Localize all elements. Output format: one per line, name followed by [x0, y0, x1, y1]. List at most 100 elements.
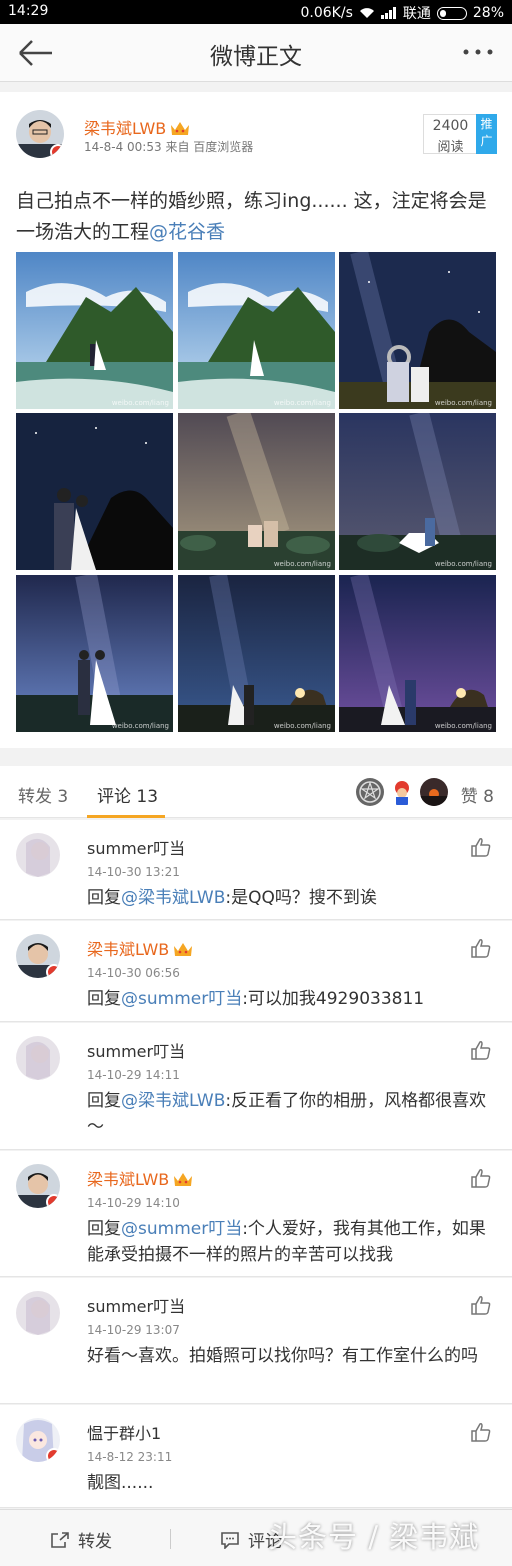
comment-text: 好看～喜欢。拍婚照可以找你吗？有工作室什么的吗 — [87, 1343, 497, 1369]
post-author-name[interactable]: 梁韦斌LWB — [84, 115, 191, 139]
post-body: 自己拍点不一样的婚纱照，练习ing...... 这，注定将会是一场浩大的工程 — [16, 190, 487, 243]
comment-text: 靓图...... — [87, 1470, 497, 1496]
comment-body: :是QQ吗？搜不到诶 — [225, 888, 377, 908]
vip-crown-icon — [174, 1173, 193, 1186]
share-icon — [51, 1531, 69, 1548]
tab-reposts[interactable]: 转发 3 — [18, 782, 68, 807]
photo-watermark: weibo.com/liang — [273, 722, 331, 730]
comment-item: summer叮当 14-10-29 14:11 回复@梁韦斌LWB:反正看了你的… — [0, 1023, 512, 1150]
liker-avatar[interactable] — [388, 778, 416, 806]
comment-mention-link[interactable]: @summer叮当 — [121, 1219, 242, 1239]
comment-text: 回复@summer叮当:个人爱好，我有其他工作，如果能承受拍摄不一样的照片的辛苦… — [87, 1216, 497, 1268]
comment-body: 靓图...... — [87, 1473, 154, 1493]
comment-time: 14-10-29 14:11 — [87, 1068, 180, 1082]
commenter-avatar[interactable] — [16, 1291, 60, 1335]
comment-time: 14-8-12 23:11 — [87, 1450, 173, 1464]
read-count: 2400 — [432, 118, 469, 134]
comment-item: 梁韦斌LWB 14-10-30 06:56 回复@summer叮当:可以加我49… — [0, 921, 512, 1022]
signal-icon — [380, 7, 396, 19]
comment-icon — [221, 1531, 239, 1549]
post-datetime: 14-8-4 00:53 — [84, 140, 162, 154]
post-mention-link[interactable]: @花谷香 — [149, 221, 225, 243]
like-thumb-icon[interactable] — [470, 1421, 492, 1443]
commenter-label: 梁韦斌LWB — [87, 940, 170, 959]
reply-prefix: 回复 — [87, 1091, 121, 1111]
nav-bar: 微博正文 — [0, 24, 512, 82]
commenter-avatar[interactable] — [16, 1418, 60, 1462]
battery-level — [439, 9, 446, 17]
read-count-box: 2400 阅读 推广 — [423, 114, 497, 155]
comment-time: 14-10-30 06:56 — [87, 966, 180, 980]
vip-crown-icon — [174, 943, 193, 956]
comment-mention-link[interactable]: @梁韦斌LWB — [121, 1091, 225, 1111]
photo-8[interactable]: weibo.com/liang — [178, 575, 335, 732]
comment-time: 14-10-29 14:10 — [87, 1196, 180, 1210]
status-indicators: 0.06K/s 联通 28% — [301, 3, 505, 23]
photo-3[interactable]: weibo.com/liang — [339, 252, 496, 409]
like-thumb-icon[interactable] — [470, 1039, 492, 1061]
toutiao-watermark: 头条号 / 梁韦斌 — [268, 1520, 480, 1554]
verified-badge-icon — [46, 1194, 60, 1208]
photo-watermark: weibo.com/liang — [111, 722, 169, 730]
commenter-name[interactable]: 梁韦斌LWB — [87, 1166, 194, 1190]
comment-item: 梁韦斌LWB 14-10-29 14:10 回复@summer叮当:个人爱好，我… — [0, 1151, 512, 1277]
comment-mention-link[interactable]: @梁韦斌LWB — [121, 888, 225, 908]
comment-mention-link[interactable]: @summer叮当 — [121, 989, 242, 1009]
wifi-icon — [359, 8, 374, 18]
liker-avatar[interactable] — [356, 778, 384, 806]
photo-6[interactable]: weibo.com/liang — [339, 413, 496, 570]
bottom-divider — [170, 1529, 171, 1549]
commenter-avatar[interactable] — [16, 833, 60, 877]
comment-time: 14-10-29 13:07 — [87, 1323, 180, 1337]
like-thumb-icon[interactable] — [470, 1294, 492, 1316]
photo-4[interactable] — [16, 413, 173, 570]
comment-item: 愠于群小1 14-8-12 23:11 靓图...... — [0, 1405, 512, 1508]
photo-1[interactable]: weibo.com/liang — [16, 252, 173, 409]
repost-button[interactable]: 转发 — [50, 1527, 112, 1552]
verified-badge-icon — [46, 964, 60, 978]
comment-item: summer叮当 14-10-30 13:21 回复@梁韦斌LWB:是QQ吗？搜… — [0, 820, 512, 920]
carrier-name: 联通 — [402, 6, 431, 22]
battery-icon — [436, 6, 467, 20]
commenter-name[interactable]: summer叮当 — [87, 835, 185, 859]
comment-body: :可以加我4929033811 — [242, 989, 425, 1009]
commenter-name[interactable]: summer叮当 — [87, 1038, 185, 1062]
likes-count[interactable]: 赞 8 — [461, 782, 494, 807]
post-text: 自己拍点不一样的婚纱照，练习ing...... 这，注定将会是一场浩大的工程@花… — [16, 186, 498, 248]
comment-item: summer叮当 14-10-29 13:07 好看～喜欢。拍婚照可以找你吗？有… — [0, 1278, 512, 1404]
photo-watermark: weibo.com/liang — [273, 560, 331, 568]
commenter-avatar[interactable] — [16, 934, 60, 978]
like-thumb-icon[interactable] — [470, 937, 492, 959]
photo-2[interactable]: weibo.com/liang — [178, 252, 335, 409]
comment-text: 回复@梁韦斌LWB:反正看了你的相册，风格都很喜欢～ — [87, 1088, 497, 1140]
commenter-name[interactable]: 梁韦斌LWB — [87, 936, 194, 960]
like-thumb-icon[interactable] — [470, 1167, 492, 1189]
photo-7[interactable]: weibo.com/liang — [16, 575, 173, 732]
photo-watermark: weibo.com/liang — [434, 399, 492, 407]
reply-prefix: 回复 — [87, 888, 121, 908]
status-time: 14:29 — [8, 3, 49, 19]
author-avatar[interactable] — [16, 110, 64, 158]
commenter-name[interactable]: summer叮当 — [87, 1293, 185, 1317]
comment-text: 回复@summer叮当:可以加我4929033811 — [87, 986, 497, 1012]
like-thumb-icon[interactable] — [470, 836, 492, 858]
photo-watermark: weibo.com/liang — [434, 560, 492, 568]
post-meta: 14-8-4 00:53 来自 百度浏览器 — [84, 138, 253, 155]
vip-crown-icon — [171, 122, 190, 135]
commenter-avatar[interactable] — [16, 1164, 60, 1208]
tab-comments[interactable]: 评论 13 — [97, 782, 158, 807]
promote-button[interactable]: 推广 — [476, 114, 497, 154]
post-author-label: 梁韦斌LWB — [84, 119, 167, 138]
more-options-icon[interactable] — [460, 42, 496, 62]
commenter-label: 梁韦斌LWB — [87, 1170, 170, 1189]
verified-badge-icon — [46, 1448, 60, 1462]
commenter-name[interactable]: 愠于群小1 — [87, 1420, 161, 1444]
read-label: 阅读 — [437, 140, 464, 155]
commenter-avatar[interactable] — [16, 1036, 60, 1080]
interaction-tabs: 转发 3 评论 13 赞 8 — [0, 766, 512, 818]
comment-body: 好看～喜欢。拍婚照可以找你吗？有工作室什么的吗 — [87, 1346, 478, 1366]
liker-avatar[interactable] — [420, 778, 448, 806]
photo-watermark: weibo.com/liang — [434, 722, 492, 730]
photo-9[interactable]: weibo.com/liang — [339, 575, 496, 732]
photo-5[interactable]: weibo.com/liang — [178, 413, 335, 570]
